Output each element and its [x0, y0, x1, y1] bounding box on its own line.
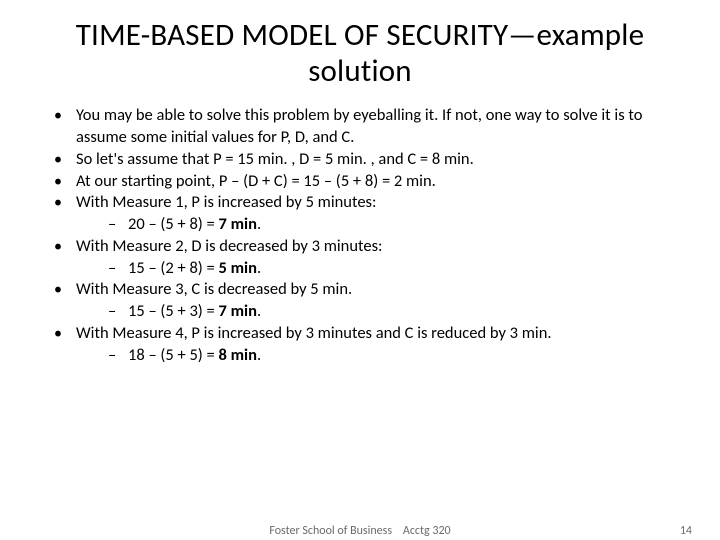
sub-item: 15 – (2 + 8) = 5 min.: [76, 258, 680, 280]
list-item: You may be able to solve this problem by…: [40, 105, 680, 149]
sub-list: 15 – (2 + 8) = 5 min.: [76, 258, 680, 280]
bullet-text: So let's assume that P = 15 min. , D = 5…: [76, 149, 474, 169]
bullet-list: You may be able to solve this problem by…: [40, 105, 680, 366]
footer-course: Acctg 320: [403, 524, 451, 538]
sub-bold: 7 min: [219, 301, 257, 321]
sub-bold: 8 min: [219, 345, 257, 365]
sub-list: 20 – (5 + 8) = 7 min.: [76, 214, 680, 236]
sub-item: 18 – (5 + 5) = 8 min.: [76, 345, 680, 367]
sub-prefix: 15 – (5 + 3) =: [128, 301, 219, 321]
bullet-text: With Measure 1, P is increased by 5 minu…: [76, 192, 376, 212]
sub-suffix: .: [257, 345, 261, 365]
list-item: With Measure 4, P is increased by 3 minu…: [40, 323, 680, 367]
sub-item: 20 – (5 + 8) = 7 min.: [76, 214, 680, 236]
sub-prefix: 15 – (2 + 8) =: [128, 258, 219, 278]
bullet-text: With Measure 2, D is decreased by 3 minu…: [76, 236, 382, 256]
sub-list: 15 – (5 + 3) = 7 min.: [76, 301, 680, 323]
bullet-text: With Measure 4, P is increased by 3 minu…: [76, 323, 552, 343]
sub-list: 18 – (5 + 5) = 8 min.: [76, 345, 680, 367]
sub-item: 15 – (5 + 3) = 7 min.: [76, 301, 680, 323]
footer-center: Foster School of Business Acctg 320: [269, 524, 450, 538]
list-item: So let's assume that P = 15 min. , D = 5…: [40, 149, 680, 171]
footer-school: Foster School of Business: [269, 524, 392, 538]
sub-prefix: 20 – (5 + 8) =: [128, 214, 219, 234]
bullet-text: You may be able to solve this problem by…: [76, 105, 642, 147]
page-number: 14: [680, 524, 692, 538]
sub-bold: 5 min: [219, 258, 257, 278]
list-item: At our starting point, P – (D + C) = 15 …: [40, 171, 680, 193]
sub-bold: 7 min: [219, 214, 257, 234]
slide-title: TIME-BASED MODEL OF SECURITY—example sol…: [0, 0, 720, 97]
sub-suffix: .: [257, 301, 261, 321]
list-item: With Measure 1, P is increased by 5 minu…: [40, 192, 680, 236]
slide-body: You may be able to solve this problem by…: [0, 97, 720, 366]
sub-suffix: .: [257, 258, 261, 278]
sub-suffix: .: [257, 214, 261, 234]
sub-prefix: 18 – (5 + 5) =: [128, 345, 219, 365]
list-item: With Measure 3, C is decreased by 5 min.…: [40, 279, 680, 323]
list-item: With Measure 2, D is decreased by 3 minu…: [40, 236, 680, 280]
bullet-text: At our starting point, P – (D + C) = 15 …: [76, 171, 436, 191]
bullet-text: With Measure 3, C is decreased by 5 min.: [76, 279, 352, 299]
